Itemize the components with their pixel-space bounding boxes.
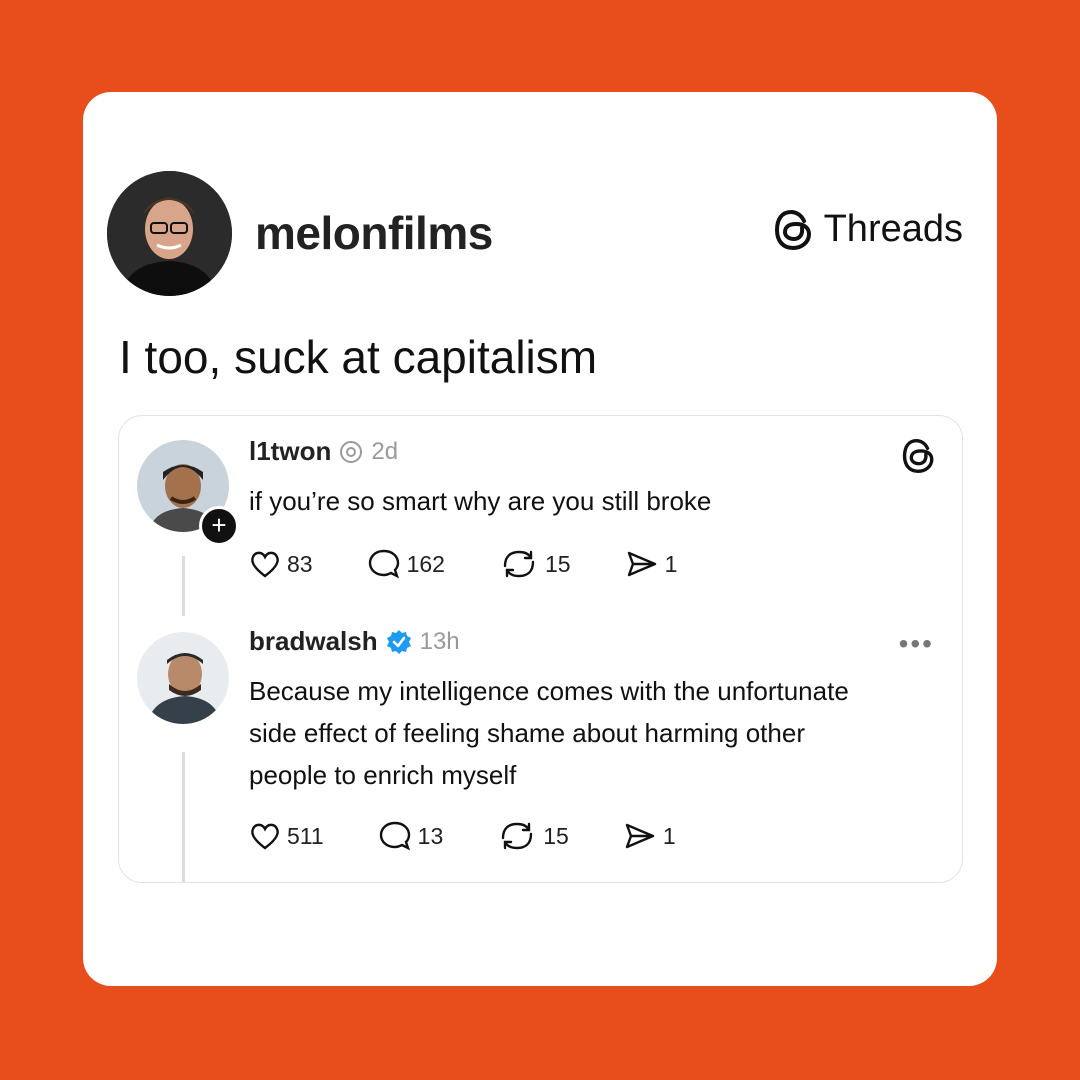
- comment-button[interactable]: 13: [378, 820, 444, 852]
- embedded-thread[interactable]: + l1twon 2d if you’re so smart why are y…: [118, 415, 963, 883]
- repost-count: 15: [544, 550, 571, 577]
- send-icon: [627, 551, 656, 577]
- author-avatar[interactable]: [107, 171, 232, 296]
- repost-count: 15: [543, 822, 569, 849]
- repost-button[interactable]: 15: [499, 548, 571, 580]
- reply2-time: 13h: [419, 627, 460, 655]
- like-button[interactable]: 511: [249, 821, 324, 851]
- heart-icon: [251, 551, 279, 578]
- share-count: 1: [662, 822, 676, 849]
- share-button[interactable]: 1: [625, 549, 678, 579]
- like-count: 83: [287, 550, 313, 577]
- brand-label: Threads: [823, 208, 963, 250]
- author-name[interactable]: melonfilms: [255, 206, 493, 260]
- heart-icon: [251, 823, 279, 850]
- threads-brand: Threads: [774, 208, 963, 251]
- post-caption: I too, suck at capitalism: [119, 331, 598, 383]
- reply2-text-line: Because my intelligence comes with the u…: [249, 676, 849, 706]
- reply1-actions: 83 162 15 1: [249, 548, 731, 580]
- reply2-text-line: side effect of feeling shame about harmi…: [249, 718, 805, 748]
- threads-badge-icon: [340, 440, 363, 463]
- reply1-username[interactable]: l1twon: [249, 436, 331, 467]
- reply1-time: 2d: [371, 437, 399, 465]
- share-count: 1: [664, 550, 678, 577]
- reply1-header: l1twon 2d: [249, 436, 398, 467]
- comment-icon: [368, 549, 399, 579]
- thread-connector: [182, 556, 185, 616]
- like-count: 511: [287, 822, 324, 849]
- reply1-text: if you’re so smart why are you still bro…: [249, 486, 712, 516]
- comment-count: 162: [406, 550, 445, 577]
- reply2-username[interactable]: bradwalsh: [249, 626, 378, 657]
- reply2-text: Because my intelligence comes with the u…: [249, 670, 849, 796]
- thread-connector: [182, 752, 185, 882]
- repost-button[interactable]: 15: [497, 820, 569, 852]
- repost-icon: [502, 822, 533, 850]
- threads-logo-icon[interactable]: [902, 438, 936, 474]
- bradwalsh-avatar[interactable]: [137, 632, 229, 724]
- follow-plus-icon[interactable]: +: [199, 506, 239, 546]
- share-button[interactable]: 1: [623, 821, 676, 851]
- reply2-header: bradwalsh 13h: [249, 626, 460, 657]
- like-button[interactable]: 83: [249, 549, 313, 579]
- verified-badge-icon: [386, 629, 411, 654]
- send-icon: [625, 823, 655, 849]
- more-options-icon[interactable]: •••: [899, 628, 934, 660]
- reply2-actions: 511 13 15 1: [249, 820, 730, 852]
- post-card: melonfilms Threads I too, suck at capita…: [83, 92, 997, 986]
- comment-button[interactable]: 162: [367, 548, 445, 580]
- comment-count: 13: [417, 822, 444, 849]
- comment-icon: [379, 821, 410, 851]
- reply2-text-line: people to enrich myself: [249, 760, 517, 790]
- repost-icon: [503, 550, 535, 578]
- threads-logo-icon: [774, 209, 811, 250]
